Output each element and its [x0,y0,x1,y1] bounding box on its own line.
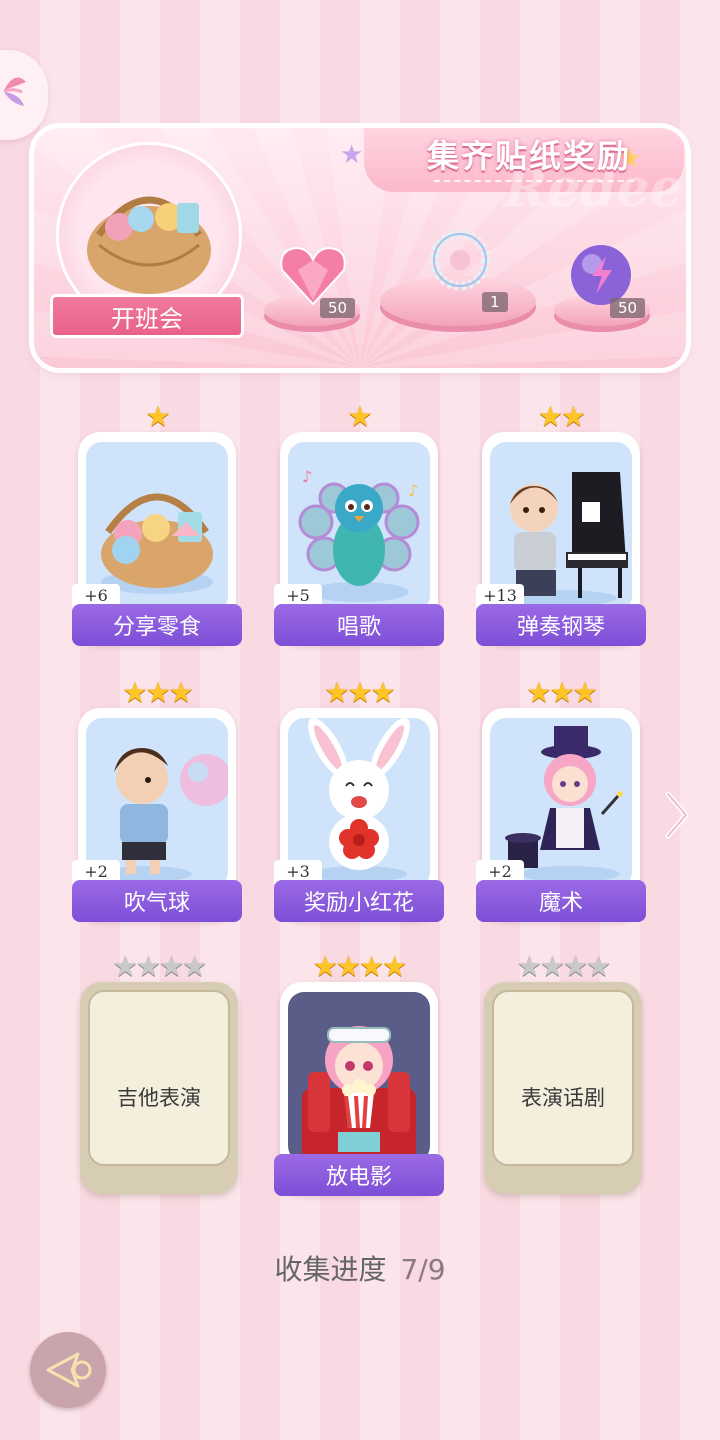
reward-count: 50 [320,298,356,318]
sticker-card-guitar-locked[interactable]: ★★★★ 吉他表演 [80,950,238,1194]
card-label: 奖励小红花 [274,880,444,922]
card-label: 放电影 [274,1154,444,1196]
sticker-card-share-snacks[interactable]: ★ +6 分享零食 [72,400,242,646]
star-icon: ★ [347,400,372,433]
sticker-card-drama-locked[interactable]: ★★★★ 表演话剧 [484,950,642,1194]
sticker-reward-banner: Redeem ★ ★ 集齐贴纸奖励 开班会 50 1 50 [34,128,686,368]
card-label: 表演话剧 [521,1086,605,1110]
star-icon: ★★ [537,400,586,433]
progress-value: 7/9 [400,1253,446,1286]
card-label: 吹气球 [72,880,242,922]
banner-title: 集齐贴纸奖励 [426,137,631,175]
purple-star-icon: ★ [340,140,364,170]
card-label: 弹奏钢琴 [476,604,646,646]
back-arrow-icon [46,1352,92,1388]
star-icon: ★★★ [122,676,193,709]
card-stars: ★★ [482,400,640,433]
collection-progress: 收集进度 7/9 [0,1248,720,1288]
popcorn-girl-icon [302,1026,416,1162]
reward-count: 50 [610,298,646,318]
petal-icon [3,77,26,106]
card-stars: ★★★ [280,676,438,709]
progress-label: 收集进度 [274,1253,387,1286]
svg-text:♪: ♪ [408,481,418,500]
event-label-button[interactable]: 开班会 [50,294,244,338]
card-stars: ★★★★ [280,950,438,983]
star-icon: ★★★★ [516,950,611,983]
star-icon: ★★★ [526,676,597,709]
reward-count: 1 [482,292,508,312]
sticker-card-magic[interactable]: ★★★ +2 魔术 [476,676,646,922]
title-dashed-line [434,180,634,182]
star-icon: ★★★★ [312,950,407,983]
card-label: 吉他表演 [117,1086,201,1110]
card-stars: ★★★ [482,676,640,709]
svg-text:♪: ♪ [302,467,312,486]
back-button[interactable] [30,1332,106,1408]
card-stars: ★★★★ [80,950,238,983]
sticker-card-movie[interactable]: ★★★★ 放电影 [274,950,444,1196]
card-stars: ★★★ [78,676,236,709]
star-icon: ★ [145,400,170,433]
card-label: 分享零食 [72,604,242,646]
sticker-card-reward-red-flower[interactable]: ★★★ +3 奖励小红花 [274,676,444,922]
card-stars: ★ [280,400,438,433]
chevron-right-icon[interactable] [662,790,692,840]
card-stars: ★★★★ [484,950,642,983]
sticker-card-blow-balloon[interactable]: ★★★ +2 吹气球 [72,676,242,922]
sticker-card-play-piano[interactable]: ★★ +13 弹奏钢琴 [476,400,646,646]
star-icon: ★★★ [324,676,395,709]
pearl-bracelet-icon[interactable] [420,220,500,300]
card-stars: ★ [78,400,236,433]
star-icon: ★★★★ [112,950,207,983]
sticker-card-sing[interactable]: ★ ♪ ♪ +5 唱歌 [274,400,444,646]
side-menu-tab[interactable] [0,50,48,140]
card-label: 唱歌 [274,604,444,646]
card-label: 魔术 [476,880,646,922]
